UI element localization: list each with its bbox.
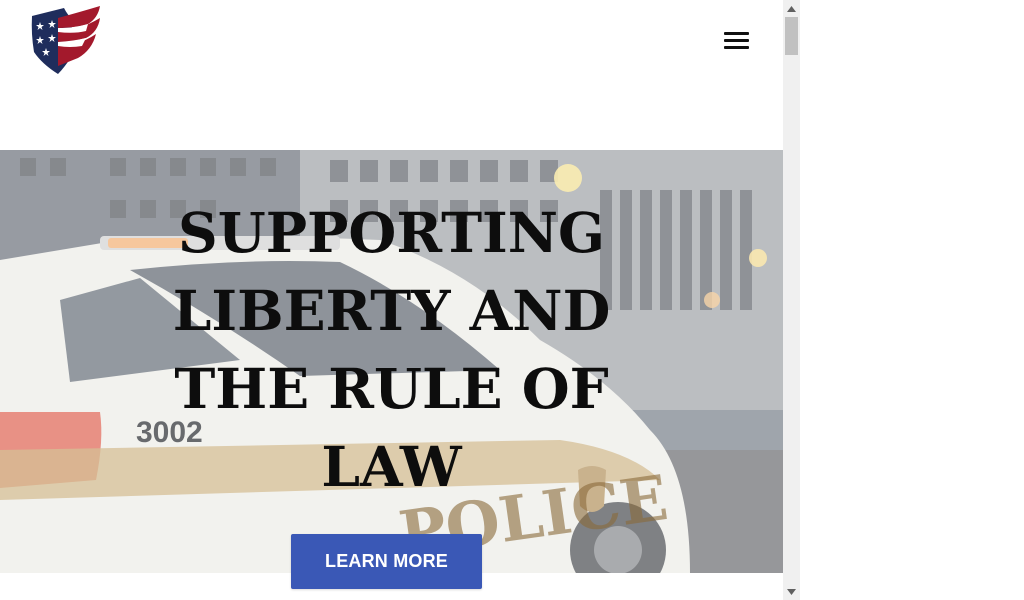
scroll-down-arrow-icon[interactable]: [783, 583, 800, 600]
vertical-scrollbar[interactable]: [783, 0, 800, 600]
hamburger-menu-icon[interactable]: [716, 26, 756, 56]
hero-title: SUPPORTING LIBERTY AND THE RULE OF LAW: [160, 194, 623, 506]
page-viewport: 3002 POLICE SUPPORTING LIBERTY AND THE R…: [0, 0, 783, 600]
menu-line: [724, 39, 749, 42]
shield-flag-logo[interactable]: [28, 4, 104, 76]
hero-title-line: SUPPORTING: [178, 200, 605, 265]
hero-title-line: LIBERTY AND: [172, 278, 611, 343]
learn-more-button[interactable]: LEARN MORE: [291, 534, 482, 589]
hero-title-line: THE RULE OF: [174, 356, 609, 421]
hero-title-line: LAW: [321, 434, 462, 499]
menu-line: [724, 32, 749, 35]
blank-area: [800, 0, 1024, 600]
scrollbar-thumb[interactable]: [785, 17, 798, 55]
site-header: [0, 0, 783, 150]
hero-section: 3002 POLICE SUPPORTING LIBERTY AND THE R…: [0, 150, 783, 573]
scroll-up-arrow-icon[interactable]: [783, 0, 800, 17]
menu-line: [724, 46, 749, 49]
